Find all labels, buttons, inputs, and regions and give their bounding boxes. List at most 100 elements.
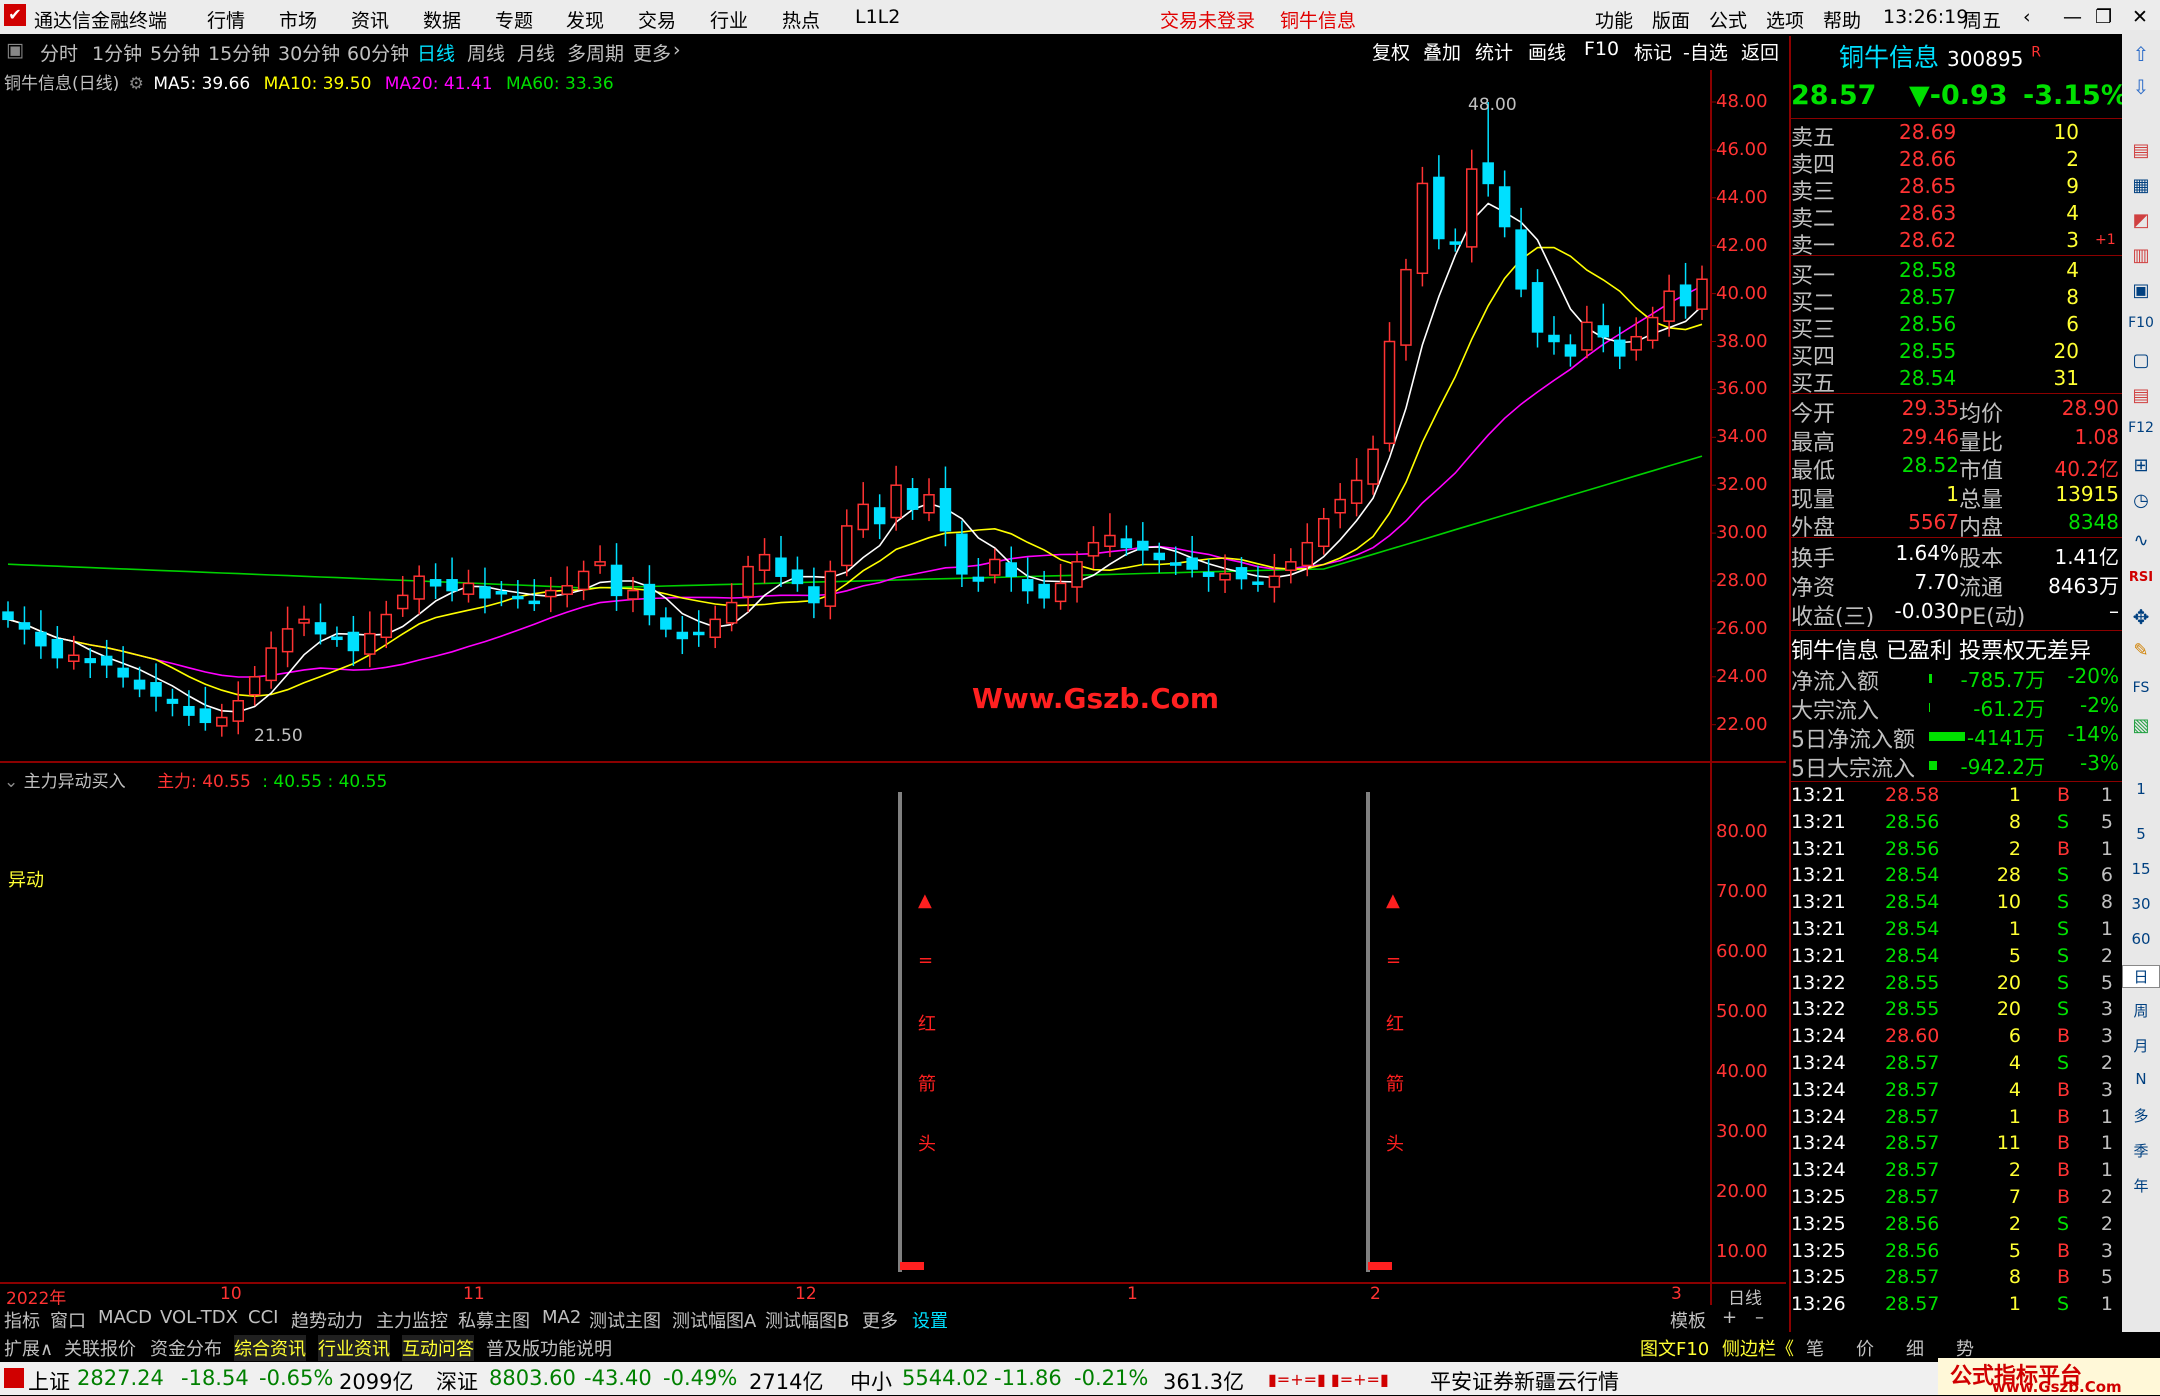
- minimize-icon[interactable]: —: [2063, 6, 2082, 28]
- indicator-tab-11[interactable]: 测试幅图B: [765, 1307, 849, 1333]
- menu-item-帮助[interactable]: 帮助: [1823, 6, 1861, 33]
- btn-fuquan[interactable]: 复权: [1372, 38, 1410, 65]
- info-tab-0[interactable]: 扩展∧: [4, 1335, 53, 1361]
- sidebar-period-n[interactable]: N: [2122, 1070, 2160, 1088]
- indicator-tab-8[interactable]: MA2: [542, 1307, 581, 1328]
- menu-item-行业[interactable]: 行业: [710, 6, 748, 33]
- sidebar-chart-icon[interactable]: ▤: [2122, 140, 2160, 161]
- indicator-tab-4[interactable]: CCI: [248, 1307, 278, 1328]
- menu-item-资讯[interactable]: 资讯: [351, 6, 389, 33]
- tab-period-more[interactable]: 更多: [633, 39, 671, 66]
- menu-item-功能[interactable]: 功能: [1595, 6, 1633, 33]
- indicator-tab-0[interactable]: 指标: [4, 1307, 40, 1333]
- sh-name[interactable]: 上证: [28, 1366, 70, 1396]
- tab-period-month[interactable]: 月线: [517, 39, 555, 66]
- close-icon[interactable]: ✕: [2132, 6, 2148, 28]
- sidebar-news-icon[interactable]: ▣: [2122, 280, 2160, 301]
- menu-item-公式[interactable]: 公式: [1709, 6, 1747, 33]
- sz-name[interactable]: 深证: [436, 1366, 478, 1396]
- sidebar-kline-icon[interactable]: ▥: [2122, 245, 2160, 266]
- menu-item-选项[interactable]: 选项: [1766, 6, 1804, 33]
- indicator-tab-9[interactable]: 测试主图: [589, 1307, 661, 1333]
- tab-period-5min[interactable]: 5分钟: [150, 39, 200, 66]
- sidebar-period-30[interactable]: 30: [2122, 895, 2160, 913]
- sidebar-doc-icon[interactable]: ▢: [2122, 350, 2160, 371]
- sidebar-f10-icon[interactable]: F10: [2122, 315, 2160, 331]
- sidebar-next-icon[interactable]: ⇩: [2122, 75, 2160, 99]
- menu-item-数据[interactable]: 数据: [423, 6, 461, 33]
- indicator-tab-3[interactable]: VOL-TDX: [160, 1307, 238, 1328]
- btn-f10[interactable]: F10: [1584, 38, 1619, 60]
- kline-chart[interactable]: [0, 70, 1786, 1305]
- tab-period-15min[interactable]: 15分钟: [208, 39, 270, 66]
- info-tab-4[interactable]: 行业资讯: [318, 1335, 390, 1361]
- sidebar-report-icon[interactable]: ▤: [2122, 385, 2160, 406]
- right-tab-2[interactable]: 笔: [1806, 1335, 1824, 1361]
- menu-item-交易[interactable]: 交易: [638, 6, 676, 33]
- sidebar-period-60[interactable]: 60: [2122, 930, 2160, 948]
- info-tab-5[interactable]: 互动问答: [402, 1335, 474, 1361]
- toggle-icon[interactable]: ▣: [6, 39, 24, 61]
- tab-period-分时[interactable]: 分时: [40, 39, 78, 66]
- template-btn-0[interactable]: 模板: [1670, 1307, 1706, 1333]
- sidebar-period-week[interactable]: 周: [2122, 1000, 2160, 1021]
- sidebar-period-year[interactable]: 年: [2122, 1175, 2160, 1196]
- menu-item-版面[interactable]: 版面: [1652, 6, 1690, 33]
- info-tab-1[interactable]: 关联报价: [64, 1335, 136, 1361]
- right-tab-1[interactable]: 侧边栏《: [1722, 1335, 1794, 1361]
- more-chevron-icon[interactable]: ›: [673, 39, 681, 61]
- menu-item-热点[interactable]: 热点: [782, 6, 820, 33]
- info-tab-6[interactable]: 普及版功能说明: [486, 1335, 612, 1361]
- sidebar-period-day[interactable]: 日: [2122, 965, 2160, 988]
- sub-chart-collapse-icon[interactable]: ⌄: [4, 772, 18, 792]
- settings-icon[interactable]: ⚙: [129, 74, 144, 94]
- sidebar-pen-icon[interactable]: ✎: [2122, 640, 2160, 661]
- sidebar-period-season[interactable]: 季: [2122, 1140, 2160, 1161]
- indicator-tab-13[interactable]: 设置: [912, 1307, 948, 1333]
- indicator-tab-10[interactable]: 测试幅图A: [672, 1307, 756, 1333]
- indicator-tab-7[interactable]: 私募主图: [458, 1307, 530, 1333]
- sidebar-wave-icon[interactable]: ∿: [2122, 530, 2160, 551]
- sidebar-up-icon[interactable]: ⇧: [2122, 42, 2160, 66]
- sidebar-rsi-icon[interactable]: RSI: [2122, 570, 2160, 585]
- tab-period-day[interactable]: 日线: [417, 39, 455, 66]
- btn-diejia[interactable]: 叠加: [1423, 38, 1461, 65]
- company-notice[interactable]: 铜牛信息 已盈利 投票权无差异: [1791, 633, 2091, 665]
- info-tab-3[interactable]: 综合资讯: [234, 1335, 306, 1361]
- btn-zixuan[interactable]: -自选: [1683, 38, 1728, 65]
- menu-item-专题[interactable]: 专题: [495, 6, 533, 33]
- sidebar-trend-icon[interactable]: ◩: [2122, 210, 2160, 231]
- tab-period-60min[interactable]: 60分钟: [347, 39, 409, 66]
- right-tab-0[interactable]: 图文F10: [1640, 1335, 1709, 1361]
- btn-biaoji[interactable]: 标记: [1634, 38, 1672, 65]
- sidebar-period-multi[interactable]: 多: [2122, 1105, 2160, 1126]
- sidebar-fs-icon[interactable]: FS: [2122, 680, 2160, 696]
- right-tab-4[interactable]: 细: [1906, 1335, 1924, 1361]
- trade-login-notice[interactable]: 交易未登录: [1160, 6, 1255, 33]
- sidebar-table-icon[interactable]: ▦: [2122, 175, 2160, 196]
- menu-item-行情[interactable]: 行情: [207, 6, 245, 33]
- indicator-tab-1[interactable]: 窗口: [50, 1307, 86, 1333]
- sidebar-period-month[interactable]: 月: [2122, 1035, 2160, 1056]
- sidebar-f12-icon[interactable]: F12: [2122, 420, 2160, 436]
- template-btn-2[interactable]: –: [1755, 1307, 1764, 1328]
- back-arrow-icon[interactable]: ‹: [2023, 6, 2031, 28]
- sidebar-img-icon[interactable]: ▧: [2122, 715, 2160, 736]
- tab-period-week[interactable]: 周线: [467, 39, 505, 66]
- sidebar-calc-icon[interactable]: ⊞: [2122, 455, 2160, 476]
- btn-return[interactable]: 返回: [1741, 38, 1779, 65]
- menu-item-市场[interactable]: 市场: [279, 6, 317, 33]
- indicator-tab-12[interactable]: 更多: [862, 1307, 898, 1333]
- menu-item-发现[interactable]: 发现: [566, 6, 604, 33]
- info-tab-2[interactable]: 资金分布: [150, 1335, 222, 1361]
- indicator-tab-6[interactable]: 主力监控: [376, 1307, 448, 1333]
- restore-icon[interactable]: ❐: [2095, 6, 2112, 28]
- btn-tongji[interactable]: 统计: [1475, 38, 1513, 65]
- sidebar-clock-icon[interactable]: ◷: [2122, 490, 2160, 511]
- sidebar-move-icon[interactable]: ✥: [2122, 605, 2160, 629]
- sidebar-period-1[interactable]: 1: [2122, 780, 2160, 798]
- tab-period-multi[interactable]: 多周期: [567, 39, 624, 66]
- template-btn-1[interactable]: +: [1722, 1307, 1737, 1328]
- indicator-tab-5[interactable]: 趋势动力: [291, 1307, 363, 1333]
- zx-name[interactable]: 中小: [850, 1366, 892, 1396]
